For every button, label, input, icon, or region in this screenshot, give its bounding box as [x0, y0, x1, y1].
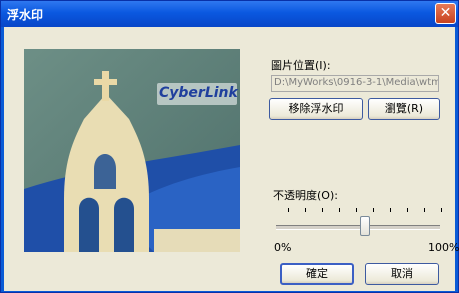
- slider-tick: [441, 208, 442, 212]
- watermark-dialog: 浮水印 ✕ CyberLink 圖片位置(I): D:\MyWorks\0916…: [0, 0, 459, 293]
- slider-tick: [356, 208, 357, 212]
- opacity-label: 不透明度(O):: [273, 189, 338, 202]
- ok-button[interactable]: 確定: [280, 263, 354, 285]
- image-location-label: 圖片位置(I):: [271, 59, 331, 72]
- slider-tick: [390, 208, 391, 212]
- watermark-overlay: CyberLink: [157, 83, 238, 105]
- close-button[interactable]: ✕: [435, 3, 456, 24]
- title-bar[interactable]: 浮水印 ✕: [1, 1, 458, 27]
- dialog-title: 浮水印: [7, 8, 44, 22]
- slider-tick: [373, 208, 374, 212]
- cancel-button[interactable]: 取消: [365, 263, 439, 285]
- slider-tick: [322, 208, 323, 212]
- browse-button[interactable]: 瀏覽(R): [368, 98, 440, 120]
- image-path-field[interactable]: D:\MyWorks\0916-3-1\Media\wtml: [271, 75, 439, 92]
- watermark-logo-text: CyberLink: [159, 85, 238, 101]
- opacity-slider[interactable]: [270, 208, 446, 242]
- opacity-max-label: 100%: [428, 241, 459, 254]
- close-icon: ✕: [439, 5, 452, 21]
- slider-tick: [339, 208, 340, 212]
- slider-tick: [305, 208, 306, 212]
- slider-tick: [407, 208, 408, 212]
- slider-thumb[interactable]: [359, 216, 370, 236]
- remove-watermark-button[interactable]: 移除浮水印: [269, 98, 363, 120]
- watermark-preview-image: CyberLink: [24, 49, 240, 252]
- slider-tick: [288, 208, 289, 212]
- slider-track[interactable]: [276, 225, 440, 230]
- dialog-body: CyberLink 圖片位置(I): D:\MyWorks\0916-3-1\M…: [4, 27, 459, 291]
- church-photo: [24, 49, 240, 252]
- opacity-min-label: 0%: [274, 241, 292, 254]
- slider-tick: [424, 208, 425, 212]
